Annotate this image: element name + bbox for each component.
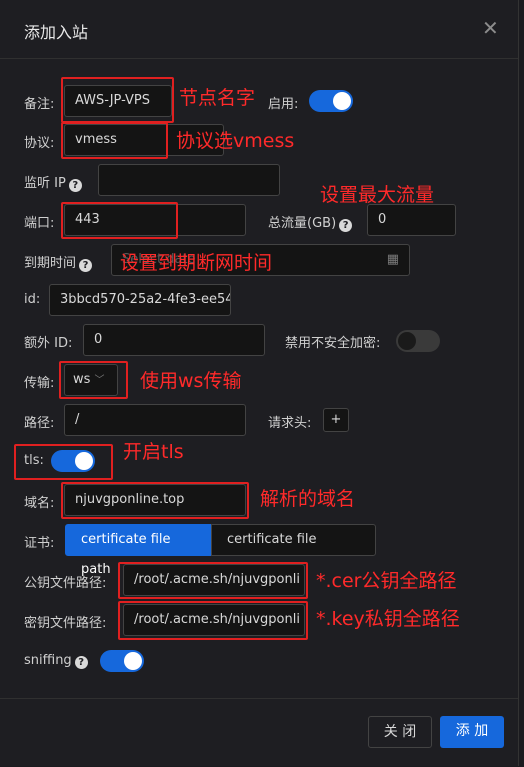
protocol-label: 协议: (24, 136, 55, 151)
path-label: 路径: (24, 416, 55, 431)
total-traffic-label-text: 总流量(GB) (268, 216, 337, 231)
alter-id-label: 额外 ID: (24, 336, 73, 351)
add-header-button[interactable]: + (323, 408, 349, 432)
annotation-tls: 开启tls (123, 441, 184, 463)
tls-highlight-box (14, 444, 113, 480)
add-button[interactable]: 添 加 (440, 716, 504, 748)
cert-file-highlight-box (118, 562, 308, 599)
cert-label: 证书: (24, 536, 55, 551)
dialog-footer: 关 闭 添 加 (0, 698, 518, 767)
annotation-expiry: 设置到期断网时间 (120, 252, 273, 274)
annotation-protocol: 协议选vmess (176, 130, 295, 152)
remark-highlight-box (61, 77, 174, 123)
help-icon: ? (79, 259, 93, 272)
help-icon: ? (339, 219, 353, 232)
enable-toggle[interactable] (309, 90, 353, 112)
id-input[interactable]: 3bbcd570-25a2-4fe3-ee54 (49, 284, 231, 316)
expiry-label-text: 到期时间 (24, 256, 77, 271)
cert-file-content-option[interactable]: certificate file content (211, 524, 376, 577)
disable-insecure-label: 禁用不安全加密: (285, 336, 381, 351)
port-highlight-box (61, 202, 178, 239)
id-label: id: (24, 292, 41, 307)
toggle-knob (124, 652, 142, 670)
path-input[interactable]: / (64, 404, 246, 436)
protocol-highlight-box (61, 122, 168, 159)
listen-ip-input[interactable] (98, 164, 280, 196)
cert-file-label: 公钥文件路径: (24, 576, 107, 591)
network-label: 传输: (24, 376, 55, 391)
expiry-label: 到期时间? (24, 252, 93, 272)
dialog-header: 添加入站 ✕ (0, 0, 518, 59)
disable-insecure-toggle[interactable] (396, 330, 440, 352)
sniffing-toggle[interactable] (100, 650, 144, 672)
close-button[interactable]: 关 闭 (368, 716, 432, 748)
toggle-knob (398, 332, 416, 350)
total-traffic-input[interactable]: 0 (367, 204, 456, 236)
network-highlight-box (59, 361, 128, 399)
remark-label: 备注: (24, 97, 55, 112)
add-inbound-dialog: 添加入站 ✕ 备注: AWS-JP-VPS 启用: 协议: vmess 监听 I… (0, 0, 519, 766)
annotation-cer: *.cer公钥全路径 (316, 570, 457, 592)
dialog-title: 添加入站 (24, 23, 89, 42)
close-icon[interactable]: ✕ (482, 16, 499, 40)
annotation-key: *.key私钥全路径 (316, 608, 460, 630)
sniffing-label-text: sniffing (24, 653, 72, 668)
toggle-knob (333, 92, 351, 110)
help-icon: ? (74, 656, 88, 669)
annotation-domain: 解析的域名 (260, 488, 356, 510)
headers-label: 请求头: (268, 416, 312, 431)
key-file-highlight-box (118, 601, 308, 640)
domain-label: 域名: (24, 496, 55, 511)
total-traffic-label: 总流量(GB)? (268, 212, 353, 232)
domain-highlight-box (61, 482, 249, 519)
annotation-ws: 使用ws传输 (140, 370, 242, 392)
sniffing-label: sniffing? (24, 653, 88, 669)
enable-label: 启用: (268, 97, 299, 112)
annotation-node-name: 节点名字 (179, 87, 256, 109)
help-icon: ? (68, 179, 82, 192)
listen-ip-label-text: 监听 IP (24, 176, 66, 191)
calendar-icon: ▦ (386, 252, 399, 267)
port-label: 端口: (24, 216, 55, 231)
key-file-label: 密钥文件路径: (24, 616, 107, 631)
alter-id-input[interactable]: 0 (83, 324, 265, 356)
cert-file-path-option[interactable]: certificate file path (65, 524, 212, 577)
annotation-max-traffic: 设置最大流量 (320, 184, 435, 206)
listen-ip-label: 监听 IP? (24, 172, 82, 192)
